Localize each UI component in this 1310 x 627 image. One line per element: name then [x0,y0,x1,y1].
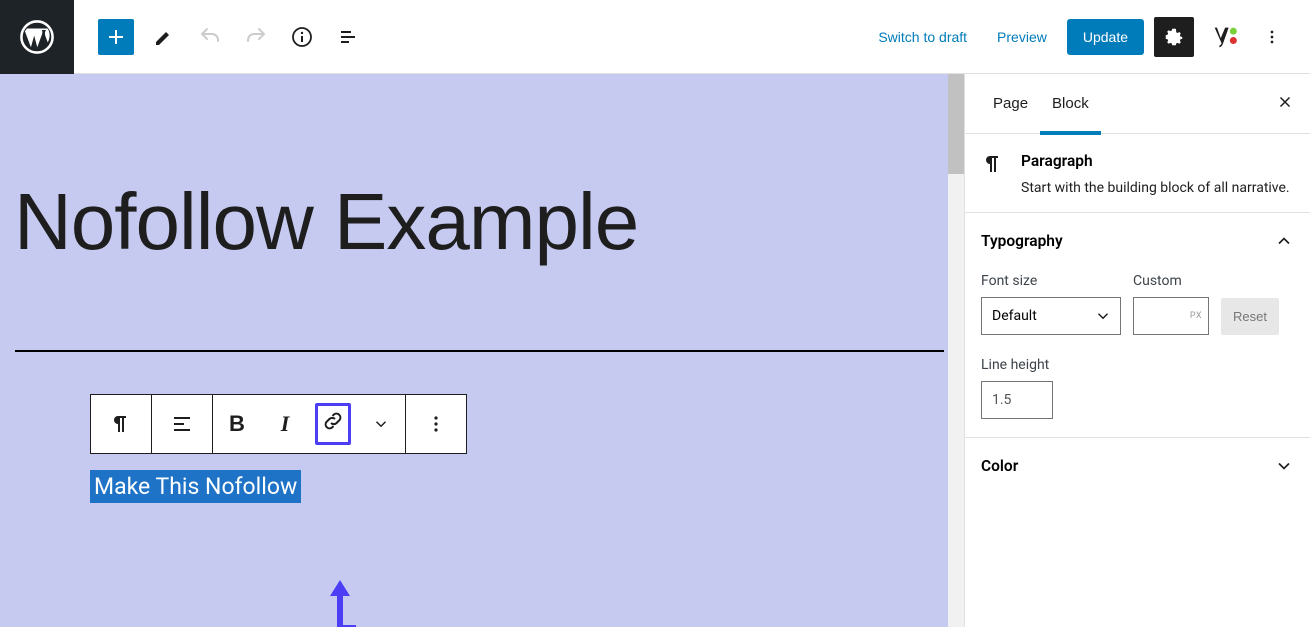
wordpress-logo-button[interactable] [0,0,74,74]
scrollbar-track[interactable] [948,74,964,627]
settings-sidebar: Page Block Paragraph Start with the buil… [964,74,1310,627]
settings-button[interactable] [1154,17,1194,57]
editor-canvas[interactable]: Nofollow Example B I [0,74,964,627]
redo-icon [244,25,268,49]
chevron-down-icon [372,415,390,433]
switch-to-draft-button[interactable]: Switch to draft [868,23,977,51]
link-button[interactable] [309,395,357,453]
update-button[interactable]: Update [1067,19,1144,55]
custom-size-input[interactable]: PX [1133,297,1209,335]
yoast-icon [1210,23,1238,51]
chevron-up-icon [1274,231,1294,251]
font-size-value: Default [992,308,1037,324]
undo-icon [198,25,222,49]
kebab-icon [424,412,448,436]
custom-size-label: Custom [1133,273,1209,289]
plus-icon [104,25,128,49]
list-outline-icon [336,25,360,49]
line-height-input[interactable]: 1.5 [981,381,1053,419]
block-type-button[interactable] [91,395,151,453]
px-suffix: PX [1190,311,1202,321]
paragraph-icon [109,412,133,436]
yoast-button[interactable] [1204,17,1244,57]
block-description: Start with the building block of all nar… [1021,178,1290,200]
more-options-button[interactable] [1254,17,1290,57]
annotation-arrow-icon [322,574,362,627]
font-size-label: Font size [981,273,1121,289]
link-icon [321,409,345,433]
color-heading: Color [981,457,1018,475]
chevron-down-icon [1274,456,1294,476]
title-separator [15,350,944,352]
align-button[interactable] [152,395,212,453]
line-height-label: Line height [981,357,1294,373]
scrollbar-thumb[interactable] [948,74,964,174]
color-panel-toggle[interactable]: Color [965,438,1310,494]
info-icon [290,25,314,49]
typography-heading: Typography [981,232,1063,250]
italic-button[interactable]: I [261,395,309,453]
undo-button[interactable] [190,17,230,57]
typography-panel-toggle[interactable]: Typography [965,213,1310,269]
close-icon [1276,93,1294,111]
align-left-icon [170,412,194,436]
block-toolbar: B I [90,394,467,454]
line-height-value: 1.5 [992,392,1011,408]
preview-button[interactable]: Preview [987,23,1057,51]
block-name: Paragraph [1021,152,1290,170]
redo-button[interactable] [236,17,276,57]
paragraph-icon [981,152,1005,176]
pencil-icon [152,25,176,49]
color-panel: Color [965,437,1310,494]
font-size-select[interactable]: Default [981,297,1121,335]
tab-page[interactable]: Page [981,74,1040,134]
tab-block[interactable]: Block [1040,74,1101,134]
gear-icon [1163,26,1185,48]
kebab-icon [1262,27,1282,47]
wordpress-icon [20,20,54,54]
edit-mode-button[interactable] [144,17,184,57]
editor-topbar: Switch to draft Preview Update [0,0,1310,74]
add-block-button[interactable] [98,19,134,55]
typography-panel: Typography Font size Default C [965,212,1310,437]
page-title[interactable]: Nofollow Example [0,74,964,262]
more-formatting-button[interactable] [357,395,405,453]
outline-button[interactable] [328,17,368,57]
reset-font-size-button[interactable]: Reset [1221,298,1279,335]
info-button[interactable] [282,17,322,57]
selected-paragraph-text[interactable]: Make This Nofollow [90,470,301,503]
block-info-header: Paragraph Start with the building block … [965,134,1310,212]
close-sidebar-button[interactable] [1276,93,1294,114]
chevron-down-icon [1094,307,1112,325]
bold-button[interactable]: B [213,395,261,453]
block-more-button[interactable] [406,395,466,453]
